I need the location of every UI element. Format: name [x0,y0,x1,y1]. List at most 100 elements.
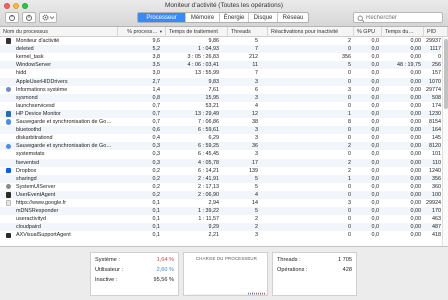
tab-energie[interactable]: Énergie [219,13,248,22]
idle-wakeups: 3 [348,200,351,206]
table-row[interactable]: bluetoothd 0,6 6 : 59,61 3 0 0,0 0,00 164 [0,126,441,135]
cpu-percent: 0,7 [152,119,161,125]
vertical-scrollbar[interactable] [442,37,448,246]
threads-count: 3 [255,151,258,158]
column-header-pid[interactable]: PID [424,27,448,37]
table-row[interactable]: useractivityd 0,1 1 : 11,57 2 0 0,0 0,00 463 [0,215,441,223]
process-name: useractivityd [16,216,46,223]
gpu-time: 48 : 19,75 [397,62,421,69]
table-row[interactable]: AXVisualSupportAgent 0,1 2,21 3 0 0,0 0,00 418 [0,231,441,239]
cpu-time: 53,21 [205,102,220,109]
cpu-percent: 5,2 [152,46,161,53]
table-row[interactable]: systemstats 0,3 6 : 45,45 3 0 0,0 0,00 101 [0,150,441,158]
cpu-percent: 0,2 [152,191,161,198]
table-row[interactable]: launchservicesd 0,7 53,21 4 0 0,0 0,00 174 [0,102,441,110]
gpu-time: 0,00 [410,54,422,61]
threads-count: 139 [249,167,258,174]
idle-wakeups: 1 [348,110,351,117]
table-row[interactable]: https://www.google.fr 0,1 2,94 14 3 0,0 0,00 29… [0,199,441,207]
process-name: https://www.google.fr [16,200,67,206]
column-header-label: % GPU [357,29,375,35]
pid: 418 [432,232,441,239]
search-input[interactable] [366,13,442,23]
gpu-percent: 0,0 [371,208,380,215]
table-row[interactable]: cloudpaird 0,1 9,29 2 0 0,0 0,00 487 [0,223,441,232]
gpu-percent: 0,0 [371,119,380,125]
load-bar [262,292,263,295]
info-app-icon [6,86,12,93]
table-row[interactable]: Sauvegarde et synchronisation de Go… 0,7 7… [0,118,441,126]
column-header-label: PID [427,29,436,35]
threads-count: 3 [255,232,258,239]
cpu-percent: 0,2 [152,183,161,190]
table-row[interactable]: mDNSResponder 0,1 1 : 39,22 5 0 0,0 0,00 170 [0,207,441,216]
operations-value: 428 [342,267,352,273]
threads-count: 3 [255,78,258,85]
gpu-time: 0,00 [410,135,422,142]
process-stats-box: Threads : 1 705 Opérations : 428 [272,252,357,296]
cpu-time: 13 : 29,49 [195,110,219,117]
gear-icon [42,14,54,21]
search-field[interactable] [353,12,443,23]
cpu-time: 2 : 06,90 [198,191,219,198]
table-row[interactable]: kernel_task 3,8 3 : 05 : 26,83 212 356 0,0 0,0… [0,53,441,61]
pid: 1117 [429,46,441,53]
table-row[interactable]: Informations système 1,4 7,61 6 3 0,0 0,00 2977… [0,86,441,94]
actions-menu-button[interactable] [39,12,57,23]
tab-disque[interactable]: Disque [248,13,277,22]
table-row[interactable]: AppleUserHIDDrivers 2,7 9,83 3 0 0,0 0,00 1070 [0,77,441,86]
gpu-percent: 0,0 [371,78,380,85]
cpu-time: 7,61 [208,86,220,93]
table-row[interactable]: sysmond 0,8 15,95 3 0 0,0 0,00 508 [0,93,441,102]
table-row[interactable]: Sauvegarde et synchronisation de Go… 0,3 6… [0,142,441,151]
stop-process-button[interactable]: × [5,12,19,23]
tab-processeur[interactable]: Processeur [138,13,185,22]
inspect-process-button[interactable]: i [22,12,36,23]
tab-reseau[interactable]: Réseau [277,13,308,22]
column-header-gpu[interactable]: % GPU [354,27,382,37]
process-name: kernel_task [16,54,44,61]
gpu-percent: 0,0 [371,232,380,239]
gpu-time: 0,00 [410,94,422,101]
pid: 8120 [429,143,441,150]
table-row[interactable]: Moniteur d'activité 9,6 9,86 5 2 0,0 0,00 29937 [0,37,441,45]
column-header-threads[interactable]: Threads [228,27,268,37]
pid: 1070 [429,78,441,85]
pid: 157 [432,70,441,77]
threads-count: 5 [255,175,258,182]
idle-wakeups: 0 [348,208,351,215]
scrollbar-thumb[interactable] [444,39,448,109]
table-row[interactable]: fseventsd 0,3 4 : 05,78 17 2 0,0 0,00 110 [0,158,441,167]
table-row[interactable]: hidd 3,0 13 : 55,99 7 0 0,0 0,00 157 [0,69,441,77]
cloud-app-icon [6,143,12,149]
column-header-cpu[interactable]: % process… ▾ [118,27,166,37]
process-name: diskarbitrationd [16,135,53,142]
table-row[interactable]: WindowServer 3,5 4 : 06 : 03,41 11 5 0,0 48 : … [0,61,441,70]
tab-memoire[interactable]: Mémoire [185,13,219,22]
gpu-time: 0,00 [410,86,422,93]
column-header-name[interactable]: Nom du processus [0,27,118,37]
table-row[interactable]: Dropbox 0,2 6 : 14,21 139 2 0,0 0,00 1240 [0,167,441,175]
table-row[interactable]: deleted 5,2 1 : 04,93 7 0 0,0 0,00 1117 [0,45,441,54]
tab-bar: Processeur Mémoire Énergie Disque Réseau [137,12,309,23]
table-row[interactable]: diskarbitrationd 0,4 6,29 3 0 0,0 0,00 145 [0,134,441,142]
threads-count: 12 [252,110,258,117]
system-value: 1,64 % [156,257,174,263]
table-row[interactable]: HP Device Monitor 0,7 13 : 29,49 12 1 0,0 0,00… [0,109,441,118]
sort-descending-icon: ▾ [159,29,162,34]
pid: 100 [432,191,441,198]
column-header-label: Temps du… [385,29,414,35]
gpu-percent: 0,0 [371,159,380,166]
table-row[interactable]: UserEventAgent 0,2 2 : 06,90 4 0 0,0 0,00 100 [0,190,441,199]
column-header-label: Réactivations pour inactivité [271,29,339,35]
column-header-gpu-time[interactable]: Temps du… [382,27,424,37]
column-header-idle-wakeups[interactable]: Réactivations pour inactivité [268,27,354,37]
table-row[interactable]: sharingd 0,2 2 : 41,91 5 1 0,0 0,00 356 [0,174,441,183]
column-header-label: Temps de traitement [169,29,218,35]
column-header-cpu-time[interactable]: Temps de traitement [166,27,228,37]
cpu-time: 4 : 05,78 [198,159,219,166]
user-label: Utilisateur : [95,267,123,273]
sysui-app-icon [6,184,12,190]
table-row[interactable]: SystemUIServer 0,2 2 : 17,13 5 0 0,0 0,00 360 [0,183,441,191]
idle-label: Inactive : [95,277,118,283]
